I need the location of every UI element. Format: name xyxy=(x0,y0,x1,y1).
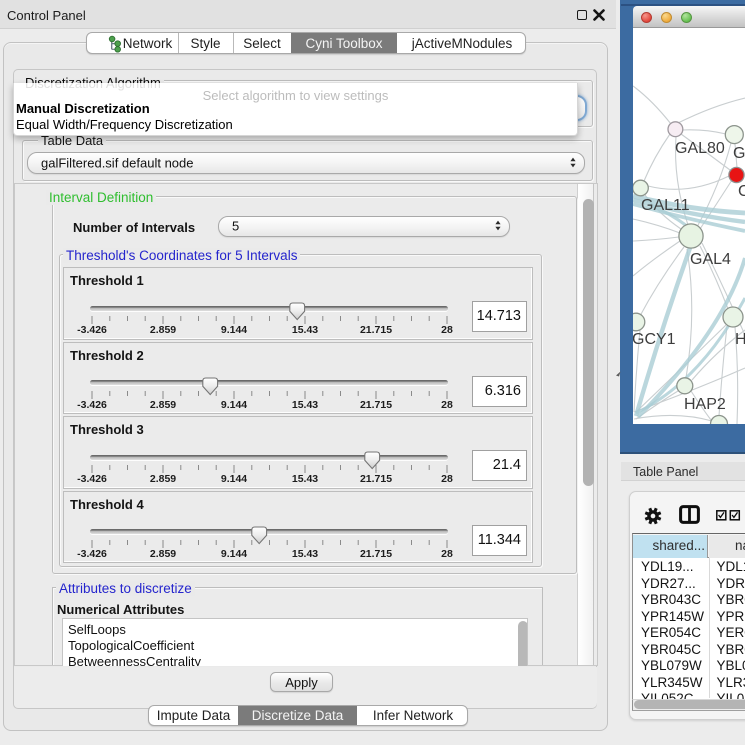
svg-text:H: H xyxy=(735,331,745,348)
svg-text:GCY1: GCY1 xyxy=(633,331,676,348)
svg-text:GAL80: GAL80 xyxy=(675,140,725,157)
svg-text:GA: GA xyxy=(733,145,745,162)
svg-text:C: C xyxy=(738,183,745,200)
svg-text:GAL11: GAL11 xyxy=(641,197,690,214)
svg-text:HAP2: HAP2 xyxy=(684,396,726,413)
svg-text:GAL4: GAL4 xyxy=(690,251,731,268)
